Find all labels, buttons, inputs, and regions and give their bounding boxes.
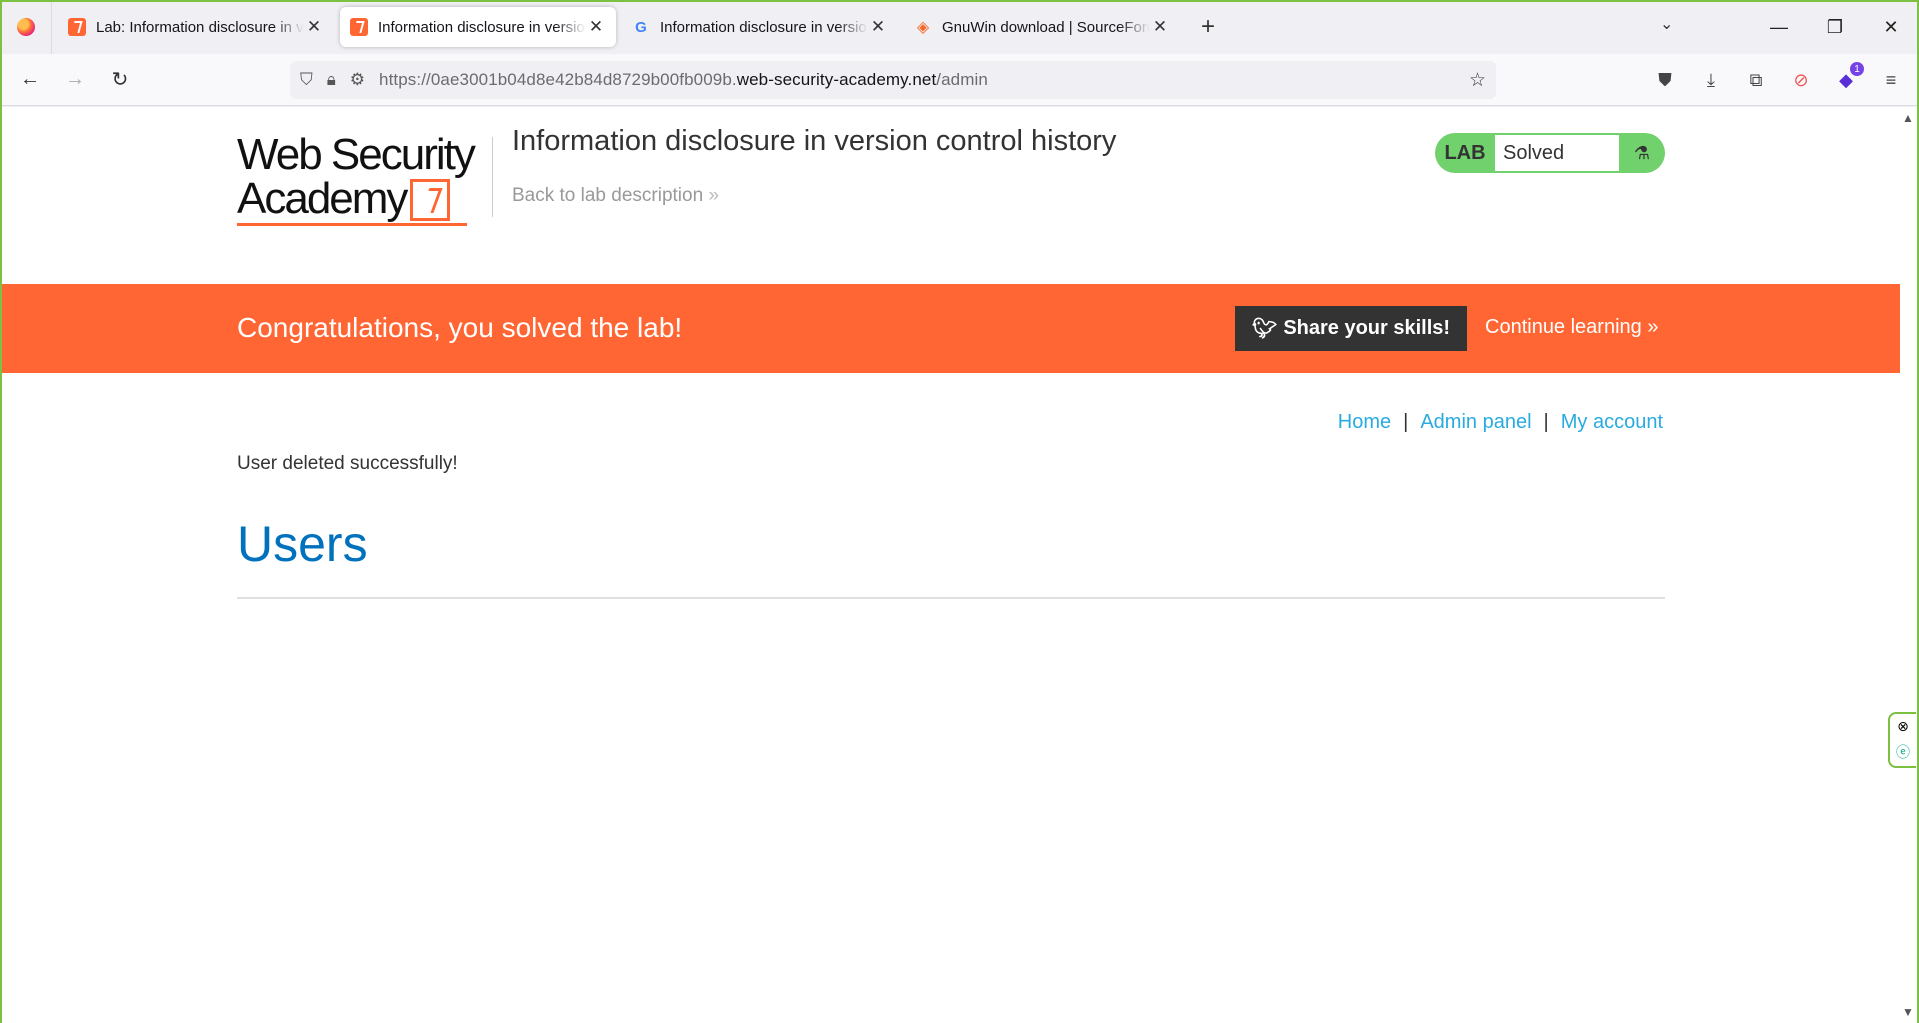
share-skills-button[interactable]: 🐦︎ Share your skills! [1235, 306, 1467, 351]
back-icon[interactable]: ← [17, 66, 43, 92]
continue-learning-link[interactable]: Continue learning » [1485, 316, 1658, 339]
google-icon: G [635, 18, 647, 36]
page-title: Users [237, 516, 368, 572]
tab-title: GnuWin download | SourceForge.net [942, 18, 1150, 36]
web-page: Web Security Academy Information disclos… [2, 107, 1900, 1023]
home-link[interactable]: Home [1338, 411, 1391, 434]
tab-sourceforge[interactable]: ◈ GnuWin download | SourceForge.net ✕ [904, 7, 1180, 47]
side-extension-panel[interactable]: ⊗ ⓔ [1888, 712, 1916, 768]
close-circle-icon[interactable]: ⊗ [1897, 718, 1909, 735]
scroll-up-icon[interactable]: ▲ [1902, 111, 1914, 125]
app-menu-icon[interactable]: ≡ [1877, 66, 1905, 94]
lab-status: Solved [1495, 135, 1619, 171]
pocket-icon[interactable]: ⛊ [1651, 66, 1679, 94]
window-close-button[interactable]: ✕ [1863, 0, 1919, 54]
site-nav: Home | Admin panel | My account [1338, 411, 1663, 434]
divider [237, 597, 1665, 599]
blocker-extension-icon[interactable]: ⊘ [1787, 66, 1815, 94]
new-tab-button[interactable]: + [1190, 9, 1226, 45]
status-message: User deleted successfully! [237, 453, 458, 474]
nav-separator: | [1543, 411, 1549, 433]
admin-panel-link[interactable]: Admin panel [1420, 411, 1531, 434]
url-bar[interactable]: ⛉ 🔒︎ ⚙ https://0ae3001b04d8e42b84d8729b0… [290, 61, 1496, 99]
close-icon[interactable]: ✕ [1150, 17, 1170, 37]
bookmark-star-icon[interactable]: ☆ [1469, 69, 1486, 92]
tab-google[interactable]: G Information disclosure in version cont… [622, 7, 898, 47]
close-icon[interactable]: ✕ [868, 17, 888, 37]
forward-icon[interactable]: → [62, 66, 88, 92]
tracking-protection-icon[interactable]: ⛉ [300, 70, 313, 90]
web-security-academy-logo[interactable]: Web Security Academy [237, 133, 487, 226]
double-chevron-icon: » [708, 185, 720, 206]
extension-e-icon[interactable]: ⓔ [1896, 742, 1910, 762]
twitter-icon: 🐦︎ [1251, 318, 1278, 340]
url-text[interactable]: https://0ae3001b04d8e42b84d8729b00fb009b… [379, 70, 988, 90]
close-icon[interactable]: ✕ [304, 17, 324, 37]
downloads-icon[interactable]: ⤓ [1697, 66, 1725, 94]
lab-title: Information disclosure in version contro… [512, 125, 1117, 157]
extensions-icon[interactable]: ⧉ [1742, 66, 1770, 94]
tab-strip: Lab: Information disclosure in version c… [0, 0, 1919, 54]
sourceforge-icon: ◈ [916, 19, 930, 36]
flask-icon: ⚗ [1633, 142, 1651, 163]
firefox-menu-button[interactable] [0, 0, 52, 54]
lab-status-badge: LAB Solved ⚗ [1435, 133, 1665, 173]
minimize-button[interactable]: — [1751, 0, 1807, 54]
close-icon[interactable]: ✕ [586, 17, 606, 37]
extension-badge-icon[interactable]: ◆ 1 [1832, 62, 1864, 94]
portswigger-icon [68, 18, 86, 36]
tab-title: Lab: Information disclosure in version c… [96, 18, 304, 36]
double-chevron-icon: » [1647, 316, 1659, 338]
my-account-link[interactable]: My account [1561, 411, 1663, 434]
reload-icon[interactable]: ↻ [107, 66, 133, 92]
scrollbar[interactable]: ▲ ▼ [1900, 107, 1917, 1023]
tab-active[interactable]: Information disclosure in version contro… [340, 7, 616, 47]
restore-button[interactable]: ❐ [1807, 0, 1863, 54]
navigation-toolbar: ← → ↻ ⛉ 🔒︎ ⚙ https://0ae3001b04d8e42b84d… [0, 54, 1919, 106]
tab-title: Information disclosure in version contro… [378, 18, 586, 36]
back-to-lab-description-link[interactable]: Back to lab description » [512, 185, 719, 207]
lab-header: Web Security Academy Information disclos… [237, 107, 1665, 282]
bolt-icon [410, 179, 451, 221]
divider [492, 137, 493, 217]
extension-badge-count: 1 [1850, 62, 1864, 76]
congrats-message: Congratulations, you solved the lab! [237, 312, 683, 343]
portswigger-icon [350, 18, 368, 36]
lab-label: LAB [1444, 141, 1486, 164]
firefox-icon [16, 18, 35, 36]
list-all-tabs-icon[interactable]: ⌄ [1660, 14, 1673, 34]
tab-title: Information disclosure in version contro… [660, 18, 868, 36]
nav-separator: | [1403, 411, 1409, 433]
tab-lab[interactable]: Lab: Information disclosure in version c… [58, 7, 334, 47]
solved-banner: Congratulations, you solved the lab! 🐦︎ … [2, 284, 1900, 373]
scroll-down-icon[interactable]: ▼ [1902, 1005, 1914, 1019]
lock-icon[interactable]: 🔒︎ [327, 70, 336, 90]
permissions-icon[interactable]: ⚙ [350, 70, 365, 90]
